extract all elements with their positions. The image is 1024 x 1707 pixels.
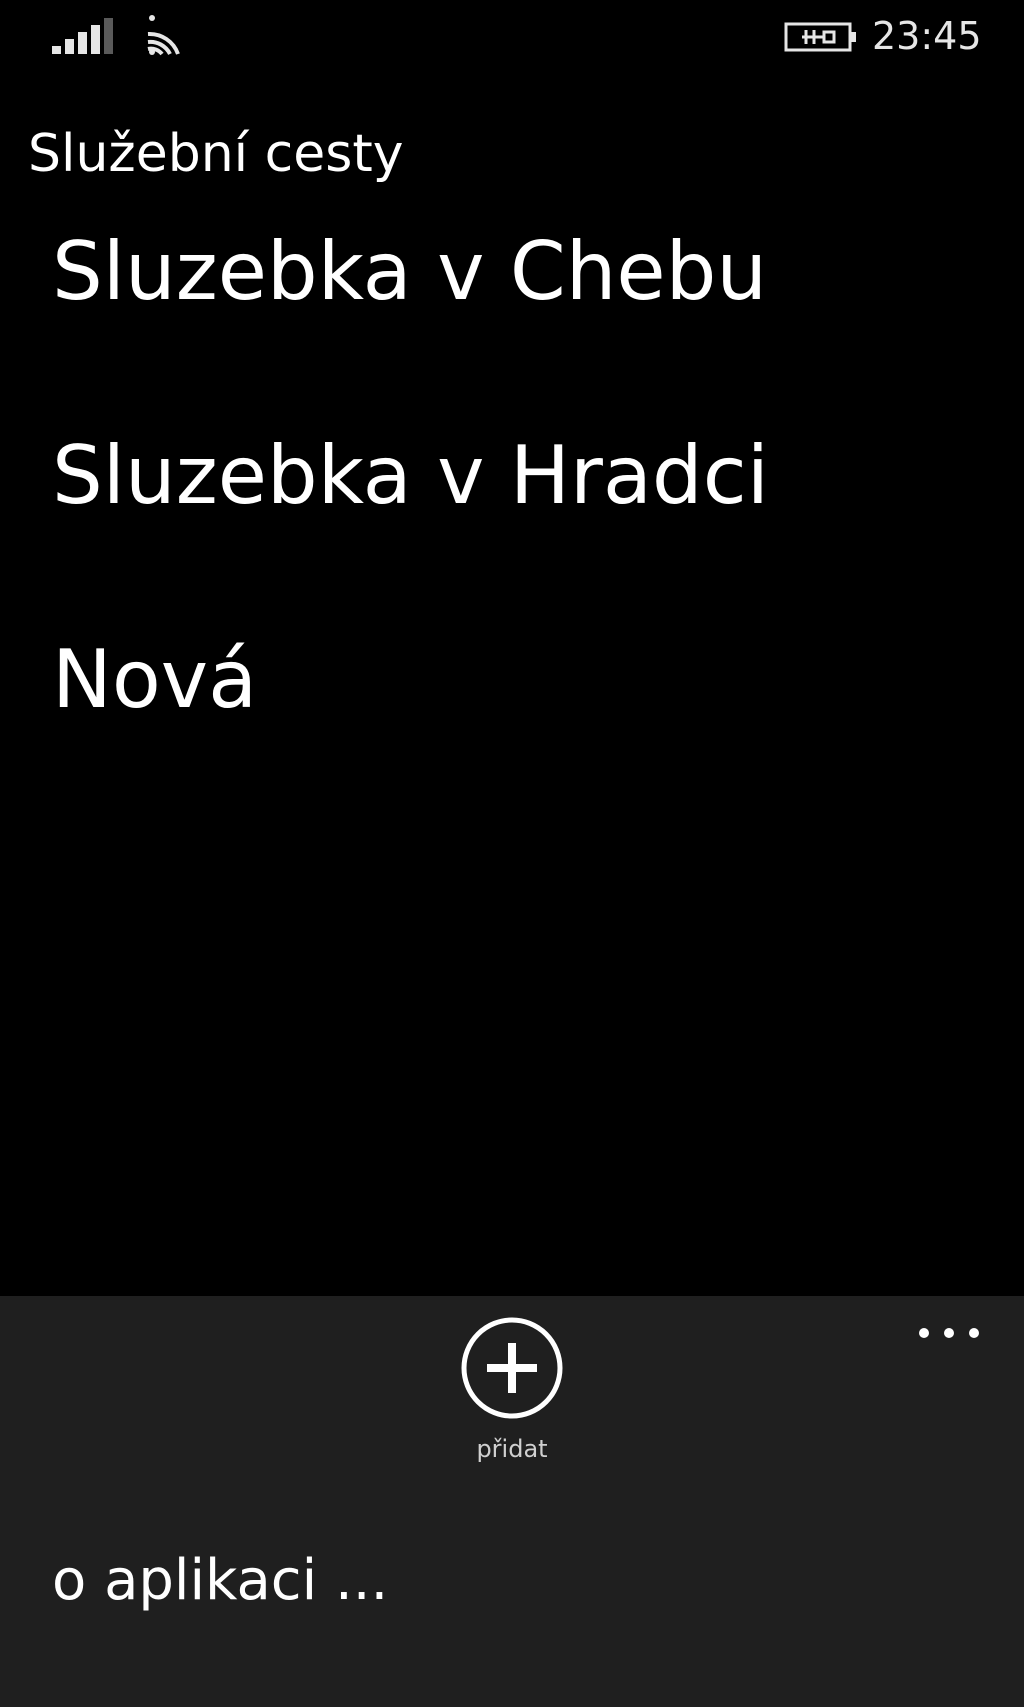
trip-item[interactable]: Sluzebka v Chebu bbox=[52, 222, 992, 322]
menu-item-about[interactable]: o aplikaci ... bbox=[52, 1546, 388, 1616]
signal-icon bbox=[52, 18, 113, 54]
wifi-icon bbox=[147, 15, 180, 56]
battery-charging-icon bbox=[784, 22, 856, 52]
trip-list: Sluzebka v Chebu Sluzebka v Hradci Nová bbox=[52, 222, 992, 834]
add-button[interactable]: přidat bbox=[456, 1316, 568, 1476]
trip-item[interactable]: Sluzebka v Hradci bbox=[52, 426, 992, 526]
add-button-label: přidat bbox=[476, 1435, 548, 1463]
status-bar: 23:45 bbox=[0, 0, 1024, 80]
trip-item[interactable]: Nová bbox=[52, 630, 992, 730]
phone-screen: 23:45 Služební cesty Sluzebka v Chebu Sl… bbox=[0, 0, 1024, 1707]
app-bar: přidat o aplikaci ... bbox=[0, 1296, 1024, 1707]
plus-circle-icon bbox=[461, 1317, 563, 1419]
status-clock: 23:45 bbox=[872, 14, 982, 58]
page-title: Služební cesty bbox=[28, 124, 404, 184]
ellipsis-icon[interactable] bbox=[914, 1318, 984, 1348]
